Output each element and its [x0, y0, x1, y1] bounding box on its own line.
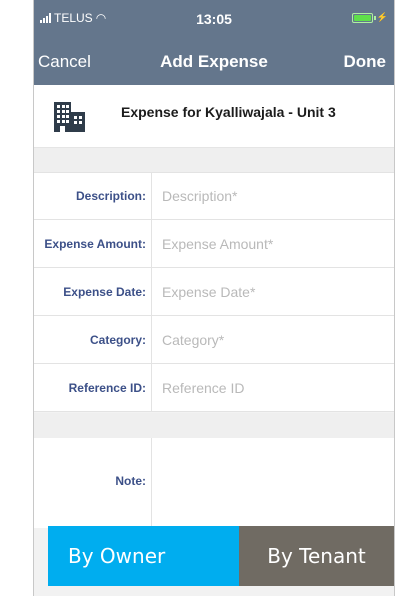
- page-title: Add Expense: [160, 52, 268, 71]
- status-time: 13:05: [196, 11, 232, 27]
- property-header: Expense for Kyalliwajala - Unit 3: [34, 85, 394, 147]
- battery-charging-icon: ⚡: [351, 12, 388, 23]
- reference-id-field[interactable]: [152, 364, 394, 411]
- expense-form: Description: Expense Amount: Expense Dat…: [34, 172, 394, 412]
- description-row: Description:: [34, 172, 394, 220]
- reference-id-label: Reference ID:: [68, 380, 146, 395]
- description-field[interactable]: [152, 173, 394, 219]
- reference-id-row: Reference ID:: [34, 364, 394, 412]
- by-owner-button[interactable]: By Owner: [48, 526, 239, 586]
- category-row: Category:: [34, 316, 394, 364]
- expense-amount-label: Expense Amount:: [44, 236, 146, 251]
- expense-date-field[interactable]: [152, 268, 394, 315]
- note-row: Note:: [34, 438, 394, 528]
- category-field[interactable]: [152, 316, 394, 363]
- building-icon: [54, 102, 85, 132]
- expense-amount-row: Expense Amount:: [34, 220, 394, 268]
- by-tenant-button[interactable]: By Tenant: [239, 526, 394, 586]
- note-field[interactable]: [152, 438, 394, 526]
- section-divider: [34, 413, 394, 438]
- phone-screen: TELUS ◠ 13:05 ⚡ Cancel Add Expense Done: [34, 0, 394, 596]
- navigation-bar: TELUS ◠ 13:05 ⚡ Cancel Add Expense Done: [34, 0, 394, 85]
- property-title: Expense for Kyalliwajala - Unit 3: [121, 104, 336, 120]
- done-button[interactable]: Done: [344, 52, 387, 72]
- expense-date-label: Expense Date:: [63, 284, 146, 299]
- status-bar: TELUS ◠ 13:05 ⚡: [34, 0, 394, 40]
- expense-amount-field[interactable]: [152, 220, 394, 267]
- right-frame-border: [394, 0, 395, 596]
- note-label: Note:: [115, 474, 146, 488]
- expense-date-row: Expense Date:: [34, 268, 394, 316]
- category-label: Category:: [89, 332, 146, 347]
- description-label: Description:: [75, 189, 146, 203]
- section-divider: [34, 147, 394, 172]
